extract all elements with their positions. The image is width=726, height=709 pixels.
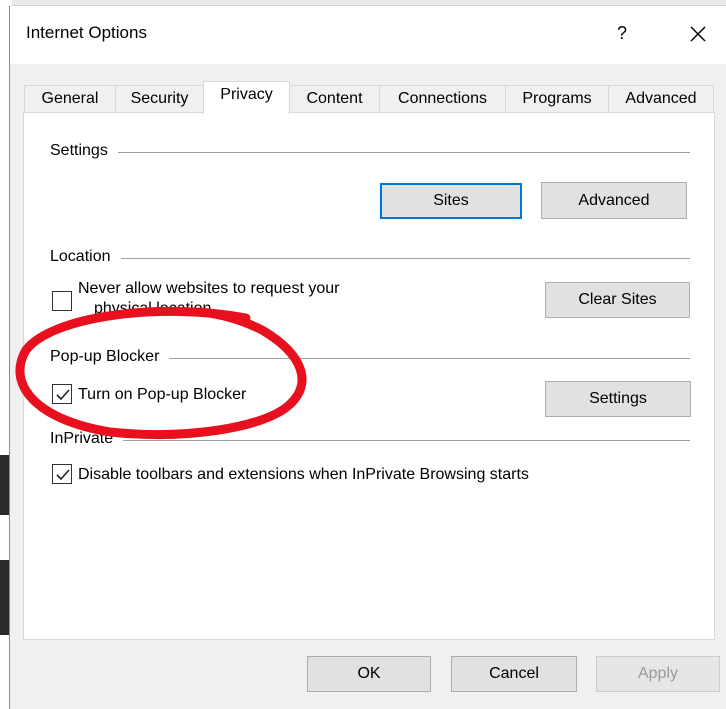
background-dark-block bbox=[0, 560, 9, 635]
never-allow-location-label-line1: Never allow websites to request your bbox=[78, 280, 340, 297]
disable-toolbars-checkbox[interactable] bbox=[52, 464, 72, 484]
settings-group-divider bbox=[50, 152, 690, 153]
location-group-divider bbox=[50, 258, 690, 259]
location-group-label: Location bbox=[50, 248, 121, 266]
never-allow-location-label-line2: physical location bbox=[94, 300, 212, 317]
help-button[interactable]: ? bbox=[608, 20, 636, 48]
tab-privacy[interactable]: Privacy bbox=[203, 81, 290, 114]
tab-connections[interactable]: Connections bbox=[379, 85, 506, 113]
internet-options-dialog: Internet Options ? General Security Priv… bbox=[9, 6, 726, 709]
cancel-button[interactable]: Cancel bbox=[451, 656, 577, 692]
inprivate-group-label: InPrivate bbox=[50, 430, 124, 448]
popup-group-label: Pop-up Blocker bbox=[50, 348, 170, 366]
tab-general[interactable]: General bbox=[24, 85, 116, 113]
never-allow-location-checkbox[interactable] bbox=[52, 291, 72, 311]
ok-button[interactable]: OK bbox=[307, 656, 431, 692]
privacy-tab-panel: Settings Sites Advanced Location Never a… bbox=[23, 112, 715, 640]
settings-group-label: Settings bbox=[50, 142, 118, 160]
clear-sites-button[interactable]: Clear Sites bbox=[545, 282, 690, 318]
apply-button[interactable]: Apply bbox=[596, 656, 720, 692]
help-icon: ? bbox=[616, 23, 627, 43]
advanced-button[interactable]: Advanced bbox=[541, 182, 687, 219]
close-icon bbox=[690, 26, 706, 42]
turn-on-popup-blocker-checkbox[interactable] bbox=[52, 384, 72, 404]
tab-security[interactable]: Security bbox=[115, 85, 204, 113]
inprivate-group-divider bbox=[50, 440, 690, 441]
window-title: Internet Options bbox=[26, 23, 147, 42]
turn-on-popup-blocker-label: Turn on Pop-up Blocker bbox=[78, 386, 247, 403]
tab-content[interactable]: Content bbox=[289, 85, 380, 113]
checkmark-icon bbox=[56, 469, 70, 481]
tab-strip: General Security Privacy Content Connect… bbox=[24, 81, 714, 114]
tab-programs[interactable]: Programs bbox=[505, 85, 609, 113]
background-dark-block bbox=[0, 455, 9, 515]
tab-advanced[interactable]: Advanced bbox=[608, 85, 714, 113]
disable-toolbars-label: Disable toolbars and extensions when InP… bbox=[78, 466, 529, 483]
title-bar: Internet Options ? bbox=[10, 6, 726, 64]
sites-button[interactable]: Sites bbox=[380, 183, 522, 219]
popup-settings-button[interactable]: Settings bbox=[545, 381, 691, 417]
checkmark-icon bbox=[56, 389, 70, 401]
close-button[interactable] bbox=[682, 18, 714, 50]
